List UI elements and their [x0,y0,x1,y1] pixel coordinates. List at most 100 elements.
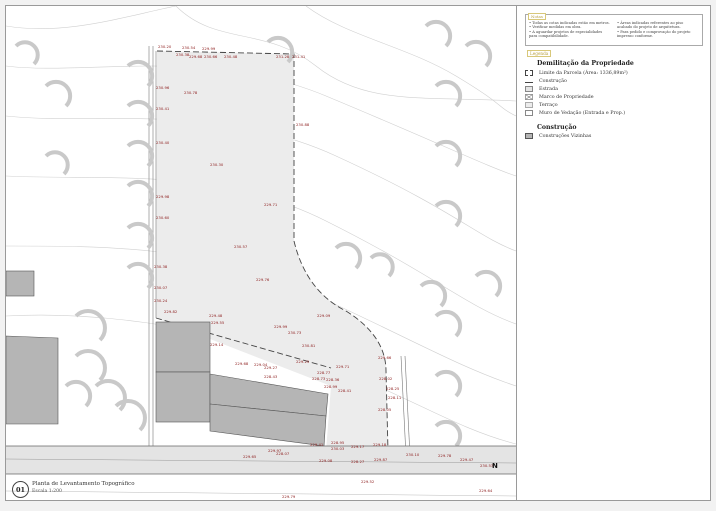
elevation-label: 228.95 [331,440,345,445]
title-block: 01 Planta de Levantamento Topográfico Es… [6,478,246,500]
elevation-label: 228.05 [378,407,392,412]
legend-label: Muro de Vedação (Entrada e Prop.) [539,110,626,116]
legend-item-terrace: Terraço [525,101,558,109]
legend-tag: Legenda [527,50,552,57]
legend-label: Limite da Parcela (Área: 1336,89m²) [539,70,628,76]
elevation-label: 230.10 [406,452,420,457]
legend-label: Estrada [539,86,558,92]
terrace-swatch-icon [525,102,533,108]
road[interactable] [6,446,516,474]
elevation-label: 229.82 [164,309,178,314]
elevation-label: 229.71 [336,364,350,369]
elevation-label: 229.55 [211,320,225,325]
elevation-label: 228.36 [326,377,340,382]
elevation-label: 229.27 [264,365,278,370]
elevation-label: 230.96 [156,85,170,90]
elevation-label: 229.98 [156,194,170,199]
legend-label: Marco de Propriedade [539,94,594,100]
elevation-label: 229.68 [189,54,203,59]
note-line: • Áreas indicadas referentes ao piso aca… [617,21,684,30]
elevation-label: 229.79 [282,494,296,499]
elevation-label: 229.78 [438,453,452,458]
legend-panel: Notas • Todas as cotas indicadas estão e… [517,6,710,500]
elevation-label: 228.02 [379,376,393,381]
legend-label: Construção [539,78,567,84]
road-swatch-icon [525,86,533,92]
wall-swatch-icon [525,110,533,116]
elevation-label: 228.11 [388,395,402,400]
elevation-label: 230.57 [234,244,248,249]
elevation-label: 229.71 [264,202,278,207]
elevation-label: 228.99 [324,384,338,389]
elevation-label: 230.41 [156,106,170,111]
elevation-label: 231.41 [292,54,306,59]
elevation-label: 230.78 [184,90,198,95]
elevation-label: 229.64 [479,488,493,493]
drawing-scale: Escala 1:200 [32,489,62,494]
line-icon [525,79,533,83]
elevation-label: 228.25 [386,386,400,391]
drawing-number: 01 [12,481,29,498]
note-line: • A aguardar projetos de especialidades … [529,29,603,39]
elevation-label: 228.41 [338,388,352,393]
elevation-label: 229.52 [361,479,375,484]
elevation-label: 229.99 [274,324,288,329]
legend-item-wall: Muro de Vedação (Entrada e Prop.) [525,109,625,117]
legend-section-title: Construção [537,124,577,131]
legend-item-neighbours: Construções Vizinhas [525,132,591,140]
elevation-label: 230.20 [158,44,172,49]
elevation-label: 229.76 [256,277,270,282]
elevation-label: 230.48 [224,54,238,59]
elevation-label: 230.54 [182,45,196,50]
notes-tag: Notas [528,13,546,20]
elevation-label: 229.47 [460,457,474,462]
elevation-label: 229.09 [317,313,331,318]
elevation-label: 229.66 [378,355,392,360]
elevation-label: 229.65 [243,454,257,459]
elevation-label: 229.99 [202,46,216,51]
north-arrow-label: N [492,462,498,470]
survey-map-canvas: 230.20 230.54 229.99230.38 229.68 230.66 230.… [6,6,516,499]
elevation-label: 230.81 [302,343,316,348]
legend-label: Terraço [539,102,558,108]
survey-map[interactable]: 230.20 230.54 229.99 230.38 229.68 230.66 230.… [6,6,517,500]
elevation-label: 230.60 [156,215,170,220]
legend-item-marker: Marco de Propriedade [525,93,594,101]
elevation-label: 230.66 [204,54,218,59]
notes-column-2: • Áreas indicadas referentes ao piso aca… [614,15,702,45]
legend-item-road: Estrada [525,85,558,93]
drawing-sheet: 230.20 230.54 229.99 230.38 229.68 230.66 230.… [5,5,711,501]
drawing-title: Planta de Levantamento Topográfico [32,481,135,487]
property-marker-icon [525,94,533,100]
elevation-label: 229.87 [374,457,388,462]
elevation-label: 229.25 [296,359,310,364]
elevation-label: 228.27 [351,459,365,464]
dashed-line-icon [525,70,533,76]
elevation-label: 229.14 [210,342,224,347]
notes-box: Notas • Todas as cotas indicadas estão e… [525,13,703,46]
legend-item-construction: Construção [525,77,567,85]
elevation-label: 230.03 [331,446,345,451]
elevation-label: 229.48 [209,313,223,318]
legend-item-parcel-limit: Limite da Parcela (Área: 1336,89m²) [525,69,628,77]
elevation-label: 231.28 [276,54,290,59]
legend-label: Construções Vizinhas [539,133,592,139]
elevation-label: 228.43 [264,374,278,379]
note-line: • Para pedido e comprovação do projeto i… [617,29,691,39]
elevation-label: 229.68 [235,361,249,366]
elevation-label: 228.07 [276,451,290,456]
elevation-label: 230.24 [154,298,168,303]
legend-section-title: Demilitação da Propriedade [537,60,634,67]
elevation-label: 230.38 [176,52,190,57]
elevation-label: 228.73 [312,376,326,381]
elevation-label: 230.07 [154,285,168,290]
elevation-label: 229.17 [351,444,365,449]
elevation-label: 230.88 [296,122,310,127]
elevation-label: 229.08 [319,458,333,463]
building-swatch-icon [525,133,533,139]
elevation-label: 229.18 [373,442,387,447]
elevation-label: 230.40 [156,140,170,145]
elevation-label: 230.73 [288,330,302,335]
elevation-label: 229.41 [310,442,324,447]
elevation-label: 230.38 [154,264,168,269]
